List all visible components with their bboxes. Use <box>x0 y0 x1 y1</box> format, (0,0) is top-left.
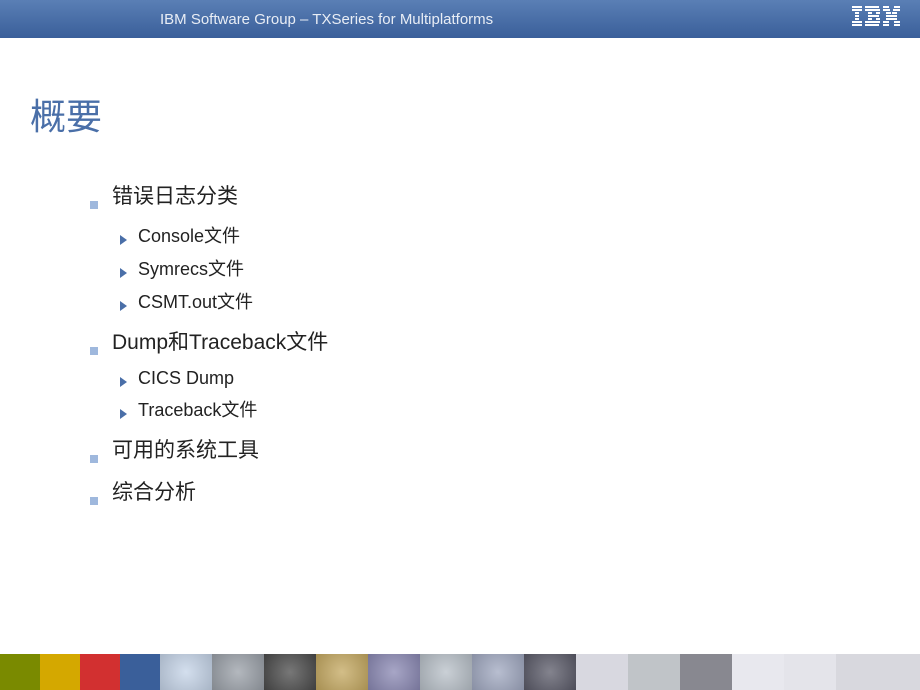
footer-cell <box>316 654 368 690</box>
square-bullet-icon <box>90 497 98 505</box>
outline-item-l2: CICS Dump <box>120 368 890 389</box>
arrow-bullet-icon <box>120 268 128 278</box>
outline-item-l1: 错误日志分类 <box>90 180 890 210</box>
slide-title: 概要 <box>30 88 890 140</box>
outline-item-l1: Dump和Traceback文件 <box>90 326 890 356</box>
outline-item-l2-label: Console文件 <box>138 222 240 248</box>
outline-item-l1-label: 综合分析 <box>112 476 196 506</box>
arrow-bullet-icon <box>120 235 128 245</box>
footer-cell <box>40 654 80 690</box>
footer-cell <box>0 654 40 690</box>
footer-cell <box>212 654 264 690</box>
footer-color-strip <box>0 654 920 690</box>
outline-item-l2: Console文件 <box>120 222 890 248</box>
footer-cell <box>472 654 524 690</box>
footer-cell <box>836 654 920 690</box>
footer-cell <box>120 654 160 690</box>
outline-item-l2: Symrecs文件 <box>120 255 890 281</box>
outline-item-l2-label: CICS Dump <box>138 368 234 389</box>
footer-cell <box>784 654 836 690</box>
arrow-bullet-icon <box>120 301 128 311</box>
outline-item-l1-label: 错误日志分类 <box>112 180 238 210</box>
arrow-bullet-icon <box>120 377 128 387</box>
square-bullet-icon <box>90 347 98 355</box>
arrow-bullet-icon <box>120 409 128 419</box>
outline-item-l1-label: Dump和Traceback文件 <box>112 326 328 356</box>
outline-item-l2-label: Symrecs文件 <box>138 255 244 281</box>
slide-content: 概要 错误日志分类 Console文件 Symrecs文件 CSMT.out文件 Dum… <box>0 38 920 506</box>
ibm-logo <box>852 6 900 32</box>
outline-item-l1: 综合分析 <box>90 476 890 506</box>
footer-cell <box>524 654 576 690</box>
outline-sublist: Console文件 Symrecs文件 CSMT.out文件 <box>90 222 890 314</box>
footer-cell <box>80 654 120 690</box>
footer-cell <box>628 654 680 690</box>
footer-cell <box>576 654 628 690</box>
outline-item-l1-label: 可用的系统工具 <box>112 434 259 464</box>
outline-item-l2: Traceback文件 <box>120 396 890 422</box>
header-title: IBM Software Group – TXSeries for Multip… <box>160 11 493 28</box>
outline-item-l2-label: Traceback文件 <box>138 396 257 422</box>
footer-cell <box>368 654 420 690</box>
outline-item-l2: CSMT.out文件 <box>120 288 890 314</box>
footer-cell <box>680 654 732 690</box>
footer-cell <box>732 654 784 690</box>
outline-item-l2-label: CSMT.out文件 <box>138 288 253 314</box>
footer-cell <box>420 654 472 690</box>
square-bullet-icon <box>90 201 98 209</box>
outline-item-l1: 可用的系统工具 <box>90 434 890 464</box>
footer-cell <box>160 654 212 690</box>
outline-sublist: CICS Dump Traceback文件 <box>90 368 890 422</box>
footer-cell <box>264 654 316 690</box>
outline-list: 错误日志分类 Console文件 Symrecs文件 CSMT.out文件 Dump和T… <box>30 180 890 506</box>
square-bullet-icon <box>90 455 98 463</box>
header-bar: IBM Software Group – TXSeries for Multip… <box>0 0 920 38</box>
